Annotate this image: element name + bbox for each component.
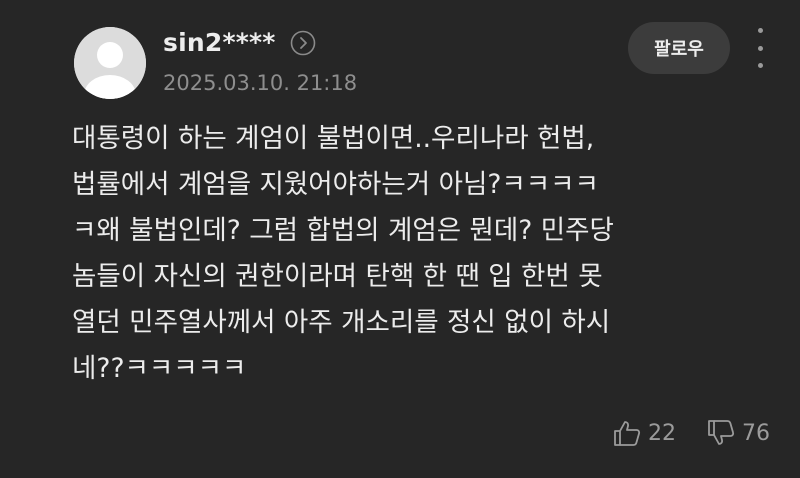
author-name[interactable]: sin2**** <box>163 28 276 57</box>
comment-timestamp: 2025.03.10. 21:18 <box>163 71 358 95</box>
comment-card: sin2**** 2025.03.10. 21:18 팔로우 대통령이 하는 계… <box>0 0 800 478</box>
comment-text: 대통령이 하는 계엄이 불법이면..우리나라 헌법, 법률에서 계엄을 지웠어야… <box>72 123 614 384</box>
reaction-bar: 22 76 <box>612 418 770 448</box>
ellipsis-dot <box>757 28 763 33</box>
ellipsis-dot <box>757 45 763 51</box>
like-count: 22 <box>648 420 676 446</box>
dislike-count: 76 <box>742 420 770 446</box>
dislike-button[interactable]: 76 <box>706 418 770 448</box>
ellipsis-dot <box>757 63 763 68</box>
thumbs-down-icon <box>708 420 735 445</box>
thumbs-up-icon <box>614 421 641 446</box>
follow-button[interactable]: 팔로우 <box>628 22 730 74</box>
chevron-right-circle-icon[interactable] <box>290 30 316 56</box>
vertical-ellipsis-icon[interactable] <box>748 28 772 68</box>
default-user-avatar <box>74 27 146 99</box>
avatar[interactable] <box>74 27 146 99</box>
like-button[interactable]: 22 <box>612 418 676 448</box>
